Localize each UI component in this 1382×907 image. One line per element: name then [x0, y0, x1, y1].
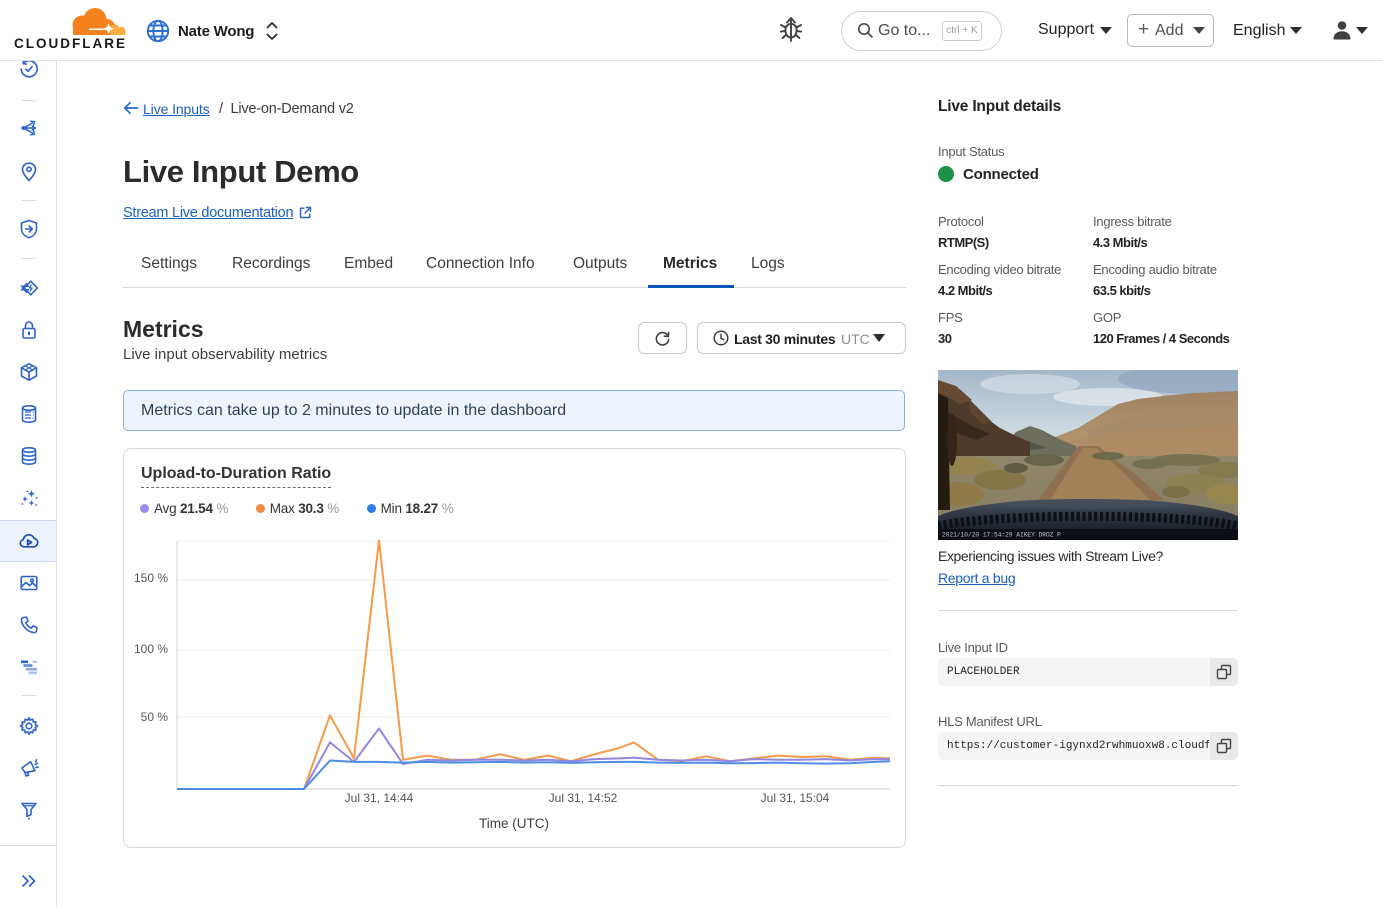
svg-text:CLOUDFLARE: CLOUDFLARE — [14, 36, 126, 51]
svg-text:2021/10/20 17:54:29 AIKEY DROZ: 2021/10/20 17:54:29 AIKEY DROZ P — [942, 532, 1061, 539]
